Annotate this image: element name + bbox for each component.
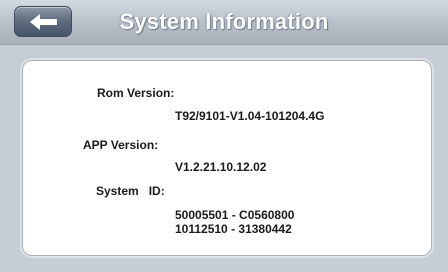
page-title: System Information xyxy=(119,9,329,34)
system-id-label: System ID: xyxy=(96,184,165,198)
app-version-value: V1.2.21.10.12.02 xyxy=(175,160,267,174)
system-id-line-1: 50005501 - C0560800 xyxy=(175,208,295,222)
rom-version-label: Rom Version: xyxy=(97,86,175,100)
app-version-label: APP Version: xyxy=(83,138,159,152)
header-bar: System Information xyxy=(0,0,448,45)
info-panel: Rom Version: T92/9101-V1.04-101204.4G AP… xyxy=(22,60,432,256)
system-id-line-2: 10112510 - 31380442 xyxy=(175,222,292,236)
rom-version-value: T92/9101-V1.04-101204.4G xyxy=(175,109,325,123)
